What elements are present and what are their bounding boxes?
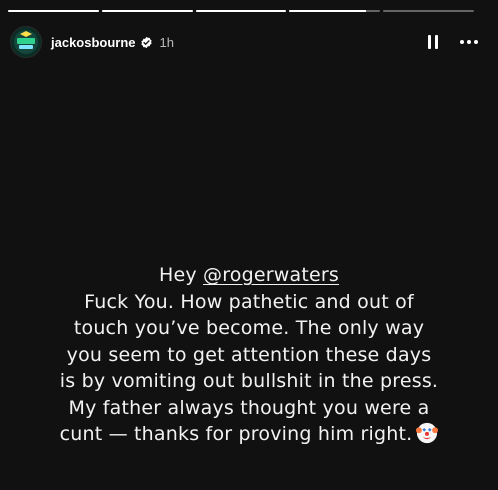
progress-segment: [195, 10, 287, 12]
jackos-profile-icon: [11, 27, 41, 57]
more-options-icon[interactable]: [460, 33, 482, 51]
progress-segment: [383, 10, 474, 12]
pause-icon[interactable]: [424, 33, 442, 51]
story-text: Hey @rogerwaters Fuck You. How pathetic …: [0, 262, 498, 448]
progress-segment: [101, 10, 193, 12]
clown-face-icon: [416, 422, 439, 444]
caption-text: cunt — thanks for proving him right.: [59, 423, 413, 445]
progress-segment: [289, 10, 381, 12]
username[interactable]: jackosbourne: [51, 35, 136, 50]
caption-text: Hey: [158, 264, 204, 286]
progress-segment: [8, 10, 99, 12]
verified-badge-icon: [140, 36, 152, 48]
caption-line: Fuck You. How pathetic and out of: [84, 290, 414, 313]
timestamp: 1h: [159, 34, 174, 50]
caption-line: you seem to get attention these days: [66, 343, 432, 366]
caption-line: cunt — thanks for proving him right.: [0, 421, 498, 448]
caption-line: Hey @rogerwaters: [0, 262, 498, 289]
avatar[interactable]: [10, 26, 42, 58]
caption-line: is by vomiting out bullshit in the press…: [59, 370, 439, 392]
story-header: jackosbourne 1h: [10, 26, 482, 58]
caption-line: My father always thought you were a: [68, 396, 430, 419]
story-progress-bar: [8, 10, 474, 12]
story-viewer[interactable]: jackosbourne 1h Hey @rogerwaters Fuck Yo…: [0, 0, 498, 490]
caption-line: touch you’ve become. The only way: [73, 317, 425, 339]
mention-link[interactable]: @rogerwaters: [203, 264, 339, 286]
